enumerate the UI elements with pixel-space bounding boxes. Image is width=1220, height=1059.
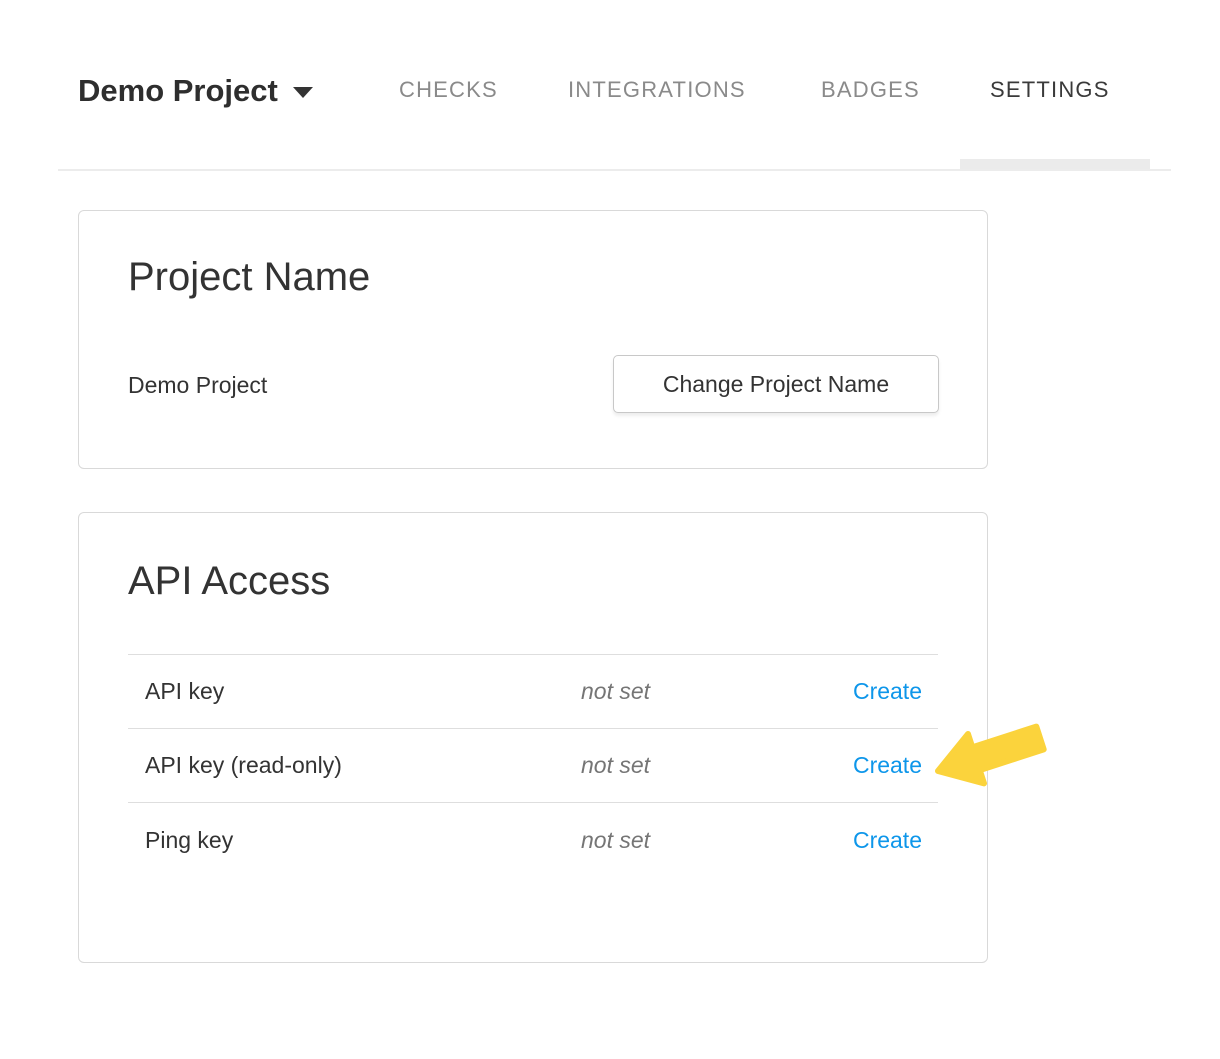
current-project-name: Demo Project: [128, 371, 267, 399]
api-key-read-only-value: not set: [581, 752, 853, 779]
api-keys-table: API key not set Create API key (read-onl…: [128, 654, 938, 877]
page-title: Demo Project: [78, 75, 278, 106]
table-row-ping-key: Ping key not set Create: [128, 803, 938, 877]
api-access-card: API Access API key not set Create API ke…: [78, 512, 988, 963]
header-divider: [58, 169, 1171, 171]
create-api-key-read-only-link[interactable]: Create: [853, 752, 938, 779]
api-key-read-only-label: API key (read-only): [128, 752, 581, 779]
nav-tab-settings[interactable]: SETTINGS: [990, 79, 1110, 101]
project-name-card-title: Project Name: [128, 255, 370, 299]
ping-key-value: not set: [581, 827, 853, 854]
nav-tab-badges[interactable]: BADGES: [821, 79, 920, 101]
api-key-label: API key: [128, 678, 581, 705]
api-key-value: not set: [581, 678, 853, 705]
nav-tab-integrations[interactable]: INTEGRATIONS: [568, 79, 746, 101]
ping-key-label: Ping key: [128, 827, 581, 854]
nav-tab-checks[interactable]: CHECKS: [399, 79, 498, 101]
project-name-card: Project Name Demo Project Change Project…: [78, 210, 988, 469]
create-ping-key-link[interactable]: Create: [853, 827, 938, 854]
api-access-card-title: API Access: [128, 559, 330, 603]
create-api-key-link[interactable]: Create: [853, 678, 938, 705]
caret-down-icon: [293, 87, 313, 98]
change-project-name-button[interactable]: Change Project Name: [613, 355, 939, 413]
table-row-api-key: API key not set Create: [128, 655, 938, 729]
project-selector[interactable]: Demo Project: [78, 75, 313, 106]
table-row-api-key-read-only: API key (read-only) not set Create: [128, 729, 938, 803]
